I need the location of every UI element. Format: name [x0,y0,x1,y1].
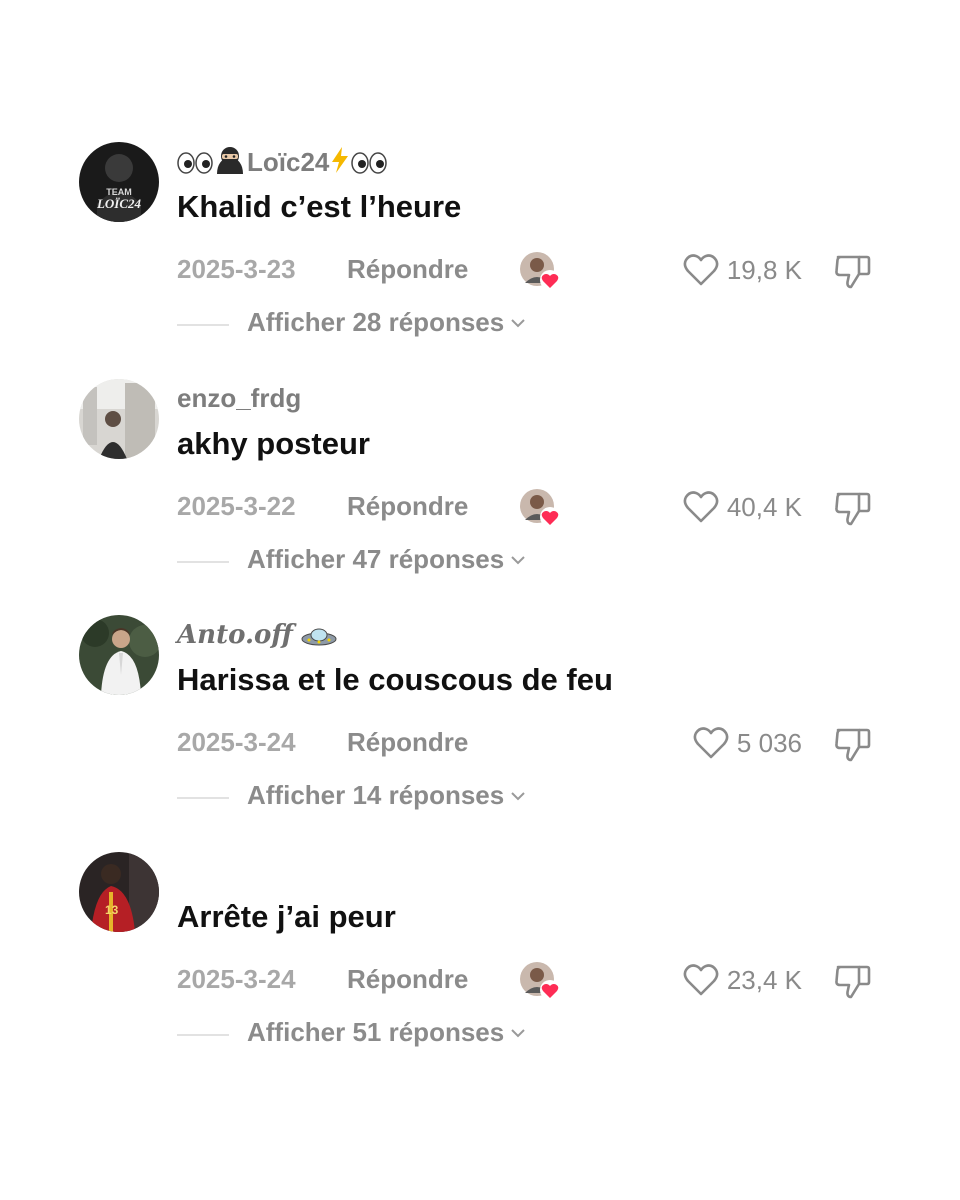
view-replies-button[interactable]: Afficher 47 réponses [247,544,526,575]
divider [177,797,229,799]
chevron-down-icon [511,318,525,327]
heart-outline-icon[interactable] [683,963,719,997]
avatar[interactable]: TEAM LOÏC24 [79,142,159,222]
comment-text: Khalid c’est l’heure [177,189,462,224]
thumbs-down-icon[interactable] [833,252,873,290]
username-text: Anto.off [177,620,293,650]
comment-text: akhy posteur [177,426,370,461]
like-group: 40,4 K [683,487,802,527]
avatar[interactable] [79,379,159,459]
comment-date: 2025-3-22 [177,491,296,521]
creator-heart-badge-icon [519,488,561,528]
like-count: 23,4 K [726,964,802,995]
thumbs-down-icon[interactable] [833,962,873,1000]
creator-heart-badge-icon [519,251,561,291]
view-replies-button[interactable]: Afficher 14 réponses [247,780,526,811]
like-count: 19,8 K [726,254,802,285]
view-replies-row: Afficher 28 réponses [0,307,960,343]
eyes-emoji-icon [351,150,388,181]
view-replies-row: Afficher 14 réponses [0,780,960,816]
comment-item: enzo_frdg akhy posteur 2025-3-22 Répondr… [0,379,960,615]
reply-button[interactable]: Répondre [347,491,468,522]
lightning-emoji-icon [329,146,351,181]
like-group: 19,8 K [683,250,802,290]
comment-date: 2025-3-24 [177,727,296,757]
divider [177,1034,229,1036]
svg-text:13: 13 [105,903,119,917]
username-text: Loïc24 [247,147,330,177]
comment-item: 13 Arrête j’ai peur 2025-3-24 Répondre 2… [0,852,960,1088]
reply-button[interactable]: Répondre [347,727,468,758]
divider [177,324,229,326]
comment-date: 2025-3-23 [177,254,296,284]
comment-actions: 2025-3-24 Répondre 23,4 K [0,960,960,1000]
username[interactable]: Anto.off [177,619,338,653]
chevron-down-icon [511,1028,525,1037]
username[interactable]: Loïc24 [177,146,388,181]
eyes-emoji-icon [177,150,213,181]
like-group: 5 036 [693,723,802,763]
comment-actions: 2025-3-22 Répondre 40,4 K [0,487,960,527]
chevron-down-icon [511,555,525,564]
view-replies-label: Afficher 51 réponses [247,1017,505,1047]
view-replies-row: Afficher 51 réponses [0,1017,960,1053]
username-text: enzo_frdg [177,383,302,413]
thumbs-down-icon[interactable] [833,489,873,527]
ninja-emoji-icon [213,146,247,181]
ufo-emoji-icon [300,622,338,653]
view-replies-label: Afficher 47 réponses [247,544,505,574]
heart-outline-icon[interactable] [683,490,719,524]
view-replies-label: Afficher 28 réponses [247,307,505,337]
view-replies-button[interactable]: Afficher 51 réponses [247,1017,526,1048]
view-replies-label: Afficher 14 réponses [247,780,505,810]
comment-actions: 2025-3-23 Répondre 19,8 K [0,250,960,290]
reply-button[interactable]: Répondre [347,254,468,285]
comment-text: Arrête j’ai peur [177,899,396,934]
like-count: 40,4 K [726,491,802,522]
view-replies-button[interactable]: Afficher 28 réponses [247,307,526,338]
chevron-down-icon [511,791,525,800]
divider [177,561,229,563]
avatar[interactable] [79,615,159,695]
avatar-text-brand: LOÏC24 [96,196,142,211]
like-count: 5 036 [736,727,802,758]
comment-item: TEAM LOÏC24 Loïc24 Khalid c’est l’heure … [0,142,960,378]
comment-actions: 2025-3-24 Répondre 5 036 [0,723,960,763]
comment-date: 2025-3-24 [177,964,296,994]
reply-button[interactable]: Répondre [347,964,468,995]
thumbs-down-icon[interactable] [833,725,873,763]
avatar[interactable]: 13 [79,852,159,932]
comment-text: Harissa et le couscous de feu [177,662,613,697]
username[interactable]: enzo_frdg [177,383,301,414]
view-replies-row: Afficher 47 réponses [0,544,960,580]
comment-item: Anto.off Harissa et le couscous de feu 2… [0,615,960,851]
heart-outline-icon[interactable] [683,253,719,287]
creator-heart-badge-icon [519,961,561,1001]
heart-outline-icon[interactable] [693,726,729,760]
like-group: 23,4 K [683,960,802,1000]
